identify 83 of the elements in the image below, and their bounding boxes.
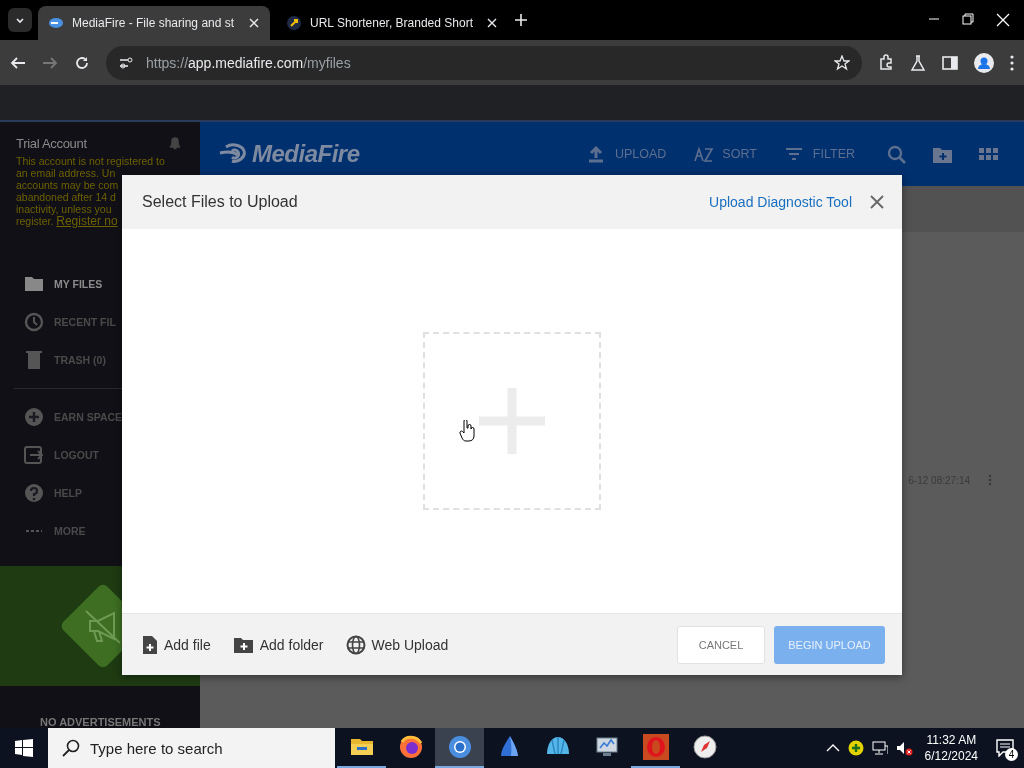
bell-icon xyxy=(168,136,182,150)
clock-time: 11:32 AM xyxy=(926,732,977,748)
side-panel-icon xyxy=(942,54,958,71)
chrome-icon xyxy=(446,734,473,760)
kebab-menu-icon xyxy=(988,474,992,486)
tab-favicon-icon xyxy=(48,15,64,31)
sidebar-item[interactable]: LOGOUT xyxy=(0,436,200,474)
network-icon xyxy=(871,740,888,756)
muted-speaker-icon xyxy=(895,740,913,756)
browser-tab[interactable]: MediaFire - File sharing and st xyxy=(38,6,270,40)
dialog-title: Select Files to Upload xyxy=(142,193,298,211)
tab-favicon-icon xyxy=(286,15,302,31)
logo-text: MediaFire xyxy=(252,140,360,168)
star-icon xyxy=(834,54,850,71)
toolbar-button[interactable]: SORT xyxy=(694,145,757,163)
toolbar-button[interactable]: FILTER xyxy=(784,145,855,163)
sidebar-item[interactable]: EARN SPACE xyxy=(0,398,200,436)
flask-icon xyxy=(910,54,926,71)
logout-icon xyxy=(24,445,44,465)
clock-date: 6/12/2024 xyxy=(924,748,978,764)
forward-arrow-icon xyxy=(42,54,58,71)
grid-view-icon xyxy=(979,148,998,160)
upload-source-button[interactable]: Web Upload xyxy=(345,634,449,655)
pointer-cursor-icon xyxy=(459,420,475,442)
taskbar-app-button[interactable] xyxy=(435,728,484,768)
upload-source-button[interactable]: Add folder xyxy=(232,635,324,654)
profile-avatar-icon xyxy=(974,52,994,73)
register-link[interactable]: Register no xyxy=(56,214,118,228)
toolbar-button[interactable]: UPLOAD xyxy=(586,145,667,163)
folder-icon xyxy=(24,274,44,294)
windows-logo-icon xyxy=(15,739,33,757)
close-icon xyxy=(870,195,884,209)
upload-source-button[interactable]: Add file xyxy=(142,634,211,655)
address-bar[interactable]: https://app.mediafire.com/myfiles xyxy=(106,45,862,80)
opera-icon xyxy=(642,734,669,760)
cancel-button[interactable]: CANCEL xyxy=(677,625,765,664)
chevron-up-icon xyxy=(825,743,840,753)
site-settings-icon xyxy=(118,54,134,71)
flame-logo-icon xyxy=(218,143,248,165)
help-icon xyxy=(24,483,44,503)
close-button[interactable] xyxy=(870,195,884,209)
new-tab-icon xyxy=(514,13,528,27)
taskbar-search-field[interactable]: Type here to search xyxy=(90,739,310,757)
add-file-icon xyxy=(142,634,158,655)
compass-icon xyxy=(691,734,718,760)
firefox-icon xyxy=(397,734,424,760)
diagnostic-link[interactable]: Upload Diagnostic Tool xyxy=(709,194,852,210)
dashes-icon xyxy=(26,529,42,533)
close-icon xyxy=(486,17,498,29)
reload-icon xyxy=(74,54,90,71)
browser-tab[interactable]: URL Shortener, Branded Short xyxy=(276,6,508,40)
restore-icon xyxy=(962,13,974,25)
back-arrow-icon xyxy=(10,54,26,71)
sidebar-item[interactable]: HELP xyxy=(0,474,200,512)
notification-count: 4 xyxy=(1005,748,1018,761)
tab-title: MediaFire - File sharing and st xyxy=(72,16,236,30)
filter-icon xyxy=(784,145,805,163)
trash-icon xyxy=(24,350,44,370)
sidebar-item[interactable]: MORE xyxy=(0,512,200,550)
plus-circle-icon xyxy=(24,407,44,427)
notifications-button[interactable]: 4 xyxy=(996,739,1014,757)
extensions-icon xyxy=(878,53,894,72)
chevron-down-icon xyxy=(14,15,26,25)
globe-icon xyxy=(345,634,366,655)
tab-search-button[interactable] xyxy=(8,8,32,32)
clock-icon xyxy=(24,312,44,332)
az-sort-icon xyxy=(694,145,715,163)
search-icon xyxy=(62,739,80,757)
url-text: https://app.mediafire.com/myfiles xyxy=(146,54,351,71)
chat-bubble-icon xyxy=(996,739,1014,757)
close-icon xyxy=(996,13,1010,27)
close-icon xyxy=(248,17,260,29)
more-menu-icon xyxy=(1010,54,1014,71)
promo-caption: NO ADVERTISEMENTS xyxy=(39,715,162,728)
tab-title: URL Shortener, Branded Short xyxy=(310,16,474,30)
sidebar-item[interactable]: TRASH (0) xyxy=(0,341,200,379)
sidebar-item[interactable]: RECENT FIL xyxy=(0,303,200,341)
sidebar-item[interactable]: MY FILES xyxy=(0,265,200,303)
account-title: Trial Account xyxy=(16,136,87,151)
search-icon xyxy=(887,144,906,164)
plus-circle-icon xyxy=(847,740,864,756)
add-folder-icon xyxy=(232,635,254,654)
taskbar-search-box[interactable]: Type here to search xyxy=(48,728,335,768)
